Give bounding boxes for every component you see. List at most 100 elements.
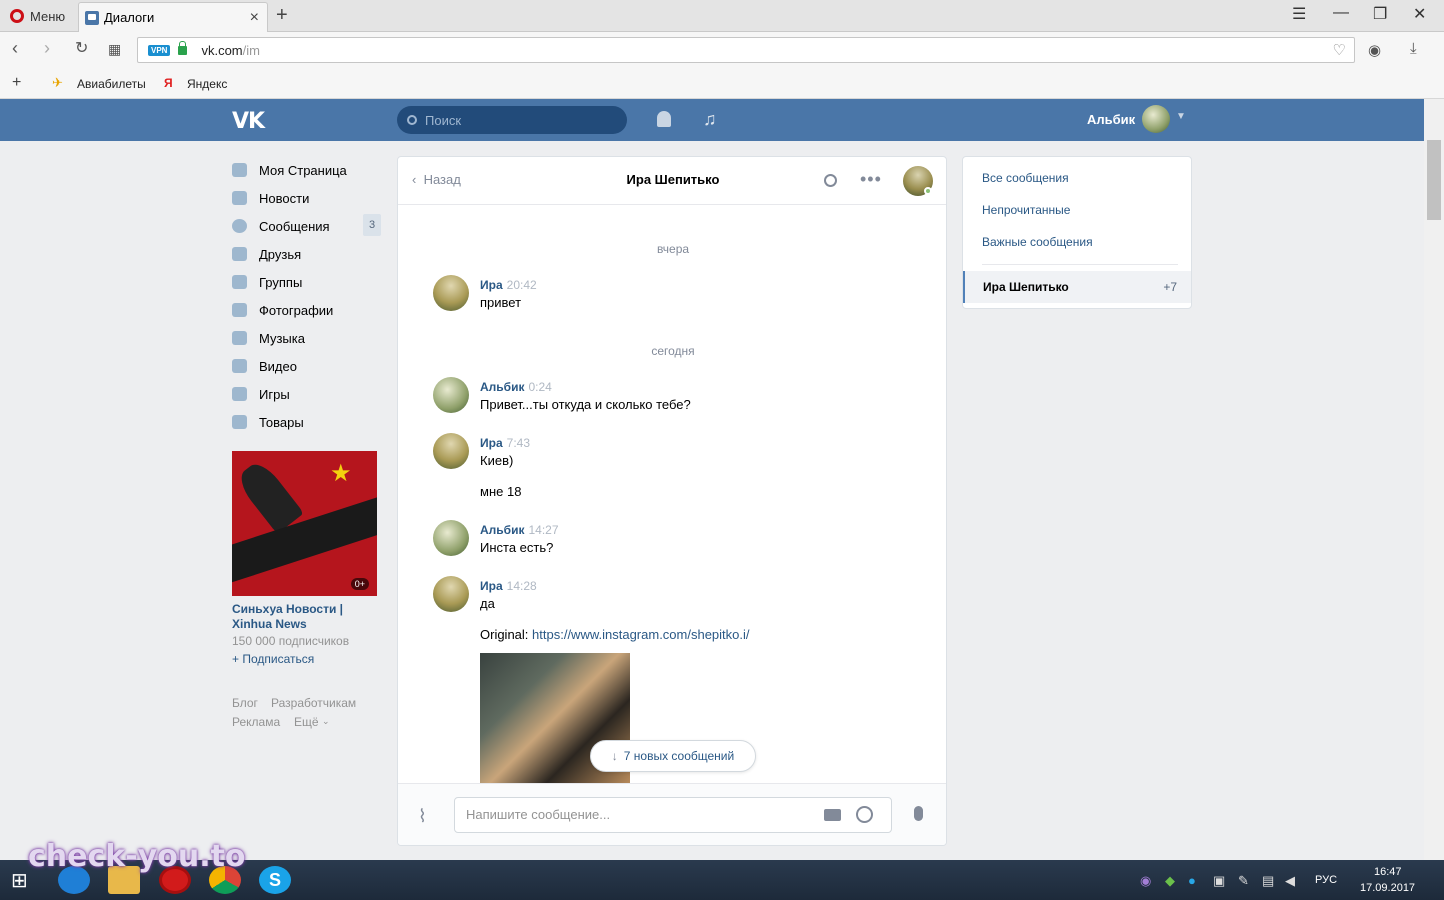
chat-header: ‹ Назад Ира Шепитько ••• (398, 157, 946, 205)
heart-icon[interactable]: ♡ (1333, 41, 1346, 59)
arrow-down-icon: ↓ (611, 749, 618, 763)
sidebar-item-my-page[interactable]: Моя Страница (232, 156, 382, 184)
subscribe-link[interactable]: + Подписаться (232, 652, 314, 666)
sidebar-item-music[interactable]: Музыка (232, 324, 382, 352)
footer-more[interactable]: Ещё (294, 715, 319, 729)
tray-icon[interactable]: ▣ (1213, 873, 1225, 889)
lock-icon[interactable] (178, 40, 188, 55)
tray-icon[interactable]: ✎ (1238, 873, 1249, 889)
avatar[interactable] (433, 377, 469, 413)
vpn-badge[interactable]: VPN (148, 44, 171, 56)
avatar[interactable] (433, 275, 469, 311)
video-icon (232, 359, 247, 373)
minimize-icon[interactable]: — (1333, 4, 1349, 22)
message-author[interactable]: Ира 14:28 (480, 579, 537, 593)
url-input[interactable]: VPN vk.com/im ♡ (137, 37, 1355, 63)
chevron-down-icon[interactable]: ▼ (1176, 111, 1186, 122)
ad-image[interactable]: ★ 0+ (232, 451, 377, 596)
vk-header: VK Поиск ♫ Альбик ▼ (0, 99, 1424, 141)
sidebar-item-groups[interactable]: Группы (232, 268, 382, 296)
windows-start-icon[interactable]: ⊞ (11, 868, 28, 893)
new-messages-button[interactable]: ↓ 7 новых сообщений (590, 740, 756, 772)
sidebar-item-photos[interactable]: Фотографии (232, 296, 382, 324)
download-icon[interactable]: ⤓ (1410, 40, 1417, 57)
skype-icon[interactable]: S (259, 866, 291, 894)
sidebar-item-messages[interactable]: Сообщения (232, 212, 382, 240)
reload-icon[interactable]: ↻ (75, 38, 88, 58)
sidebar-item-goods[interactable]: Товары (232, 408, 382, 436)
close-window-icon[interactable]: ✕ (1413, 4, 1426, 24)
close-tab-icon[interactable]: × (250, 9, 259, 27)
music-note-icon[interactable]: ♫ (703, 109, 717, 130)
filter-important[interactable]: Важные сообщения (982, 235, 1093, 249)
tab-dialogs[interactable]: Диалоги × (78, 2, 268, 32)
search-icon[interactable] (824, 174, 837, 187)
message-text: да (480, 596, 495, 611)
restore-icon[interactable]: ❐ (1373, 4, 1387, 24)
tray-icon[interactable]: ● (1188, 873, 1196, 888)
message-text: Инста есть? (480, 540, 554, 555)
tray-icon[interactable]: ◆ (1165, 873, 1175, 889)
message-author[interactable]: Ира 20:42 (480, 278, 537, 292)
instagram-link[interactable]: https://www.instagram.com/shepitko.i/ (532, 627, 749, 642)
user-name[interactable]: Альбик (1087, 112, 1135, 127)
language-indicator[interactable]: РУС (1315, 874, 1337, 886)
add-bookmark-icon[interactable]: + (12, 74, 21, 92)
divider (982, 264, 1178, 265)
active-dialog-item[interactable]: Ира Шепитько +7 (963, 271, 1191, 303)
extension-icon[interactable]: ◉ (1368, 41, 1381, 59)
more-icon[interactable]: ••• (860, 169, 882, 190)
volume-icon[interactable]: ◀ (1285, 873, 1295, 889)
search-input[interactable]: Поиск (397, 106, 627, 134)
sidebar-item-games[interactable]: Игры (232, 380, 382, 408)
emoji-icon[interactable] (856, 806, 873, 823)
star-icon: ★ (330, 460, 352, 487)
search-icon (407, 115, 417, 125)
opera-menu-button[interactable]: Меню (0, 0, 76, 32)
message-author[interactable]: Альбик 0:24 (480, 380, 552, 394)
opera-logo-icon (10, 9, 24, 23)
messages-icon (232, 219, 247, 233)
viber-tray-icon[interactable]: ◉ (1140, 873, 1151, 889)
message-text: Привет...ты откуда и сколько тебе? (480, 397, 691, 412)
footer-ads[interactable]: Реклама (232, 715, 280, 729)
avatar[interactable] (433, 433, 469, 469)
message-author[interactable]: Альбик 14:27 (480, 523, 559, 537)
avatar[interactable] (1142, 105, 1170, 133)
sidebar-item-video[interactable]: Видео (232, 352, 382, 380)
ad-title[interactable]: Синьхуа Новости | Xinhua News (232, 602, 382, 632)
day-separator: сегодня (651, 344, 695, 358)
message-text: Киев) (480, 453, 514, 468)
avatar[interactable] (433, 520, 469, 556)
home-icon (232, 163, 247, 177)
footer-devs[interactable]: Разработчикам (271, 696, 356, 710)
footer-blog[interactable]: Блог (232, 696, 258, 710)
back-icon[interactable]: ‹ (12, 38, 18, 59)
vk-logo[interactable]: VK (232, 109, 265, 134)
message-author[interactable]: Ира 7:43 (480, 436, 530, 450)
filter-all-messages[interactable]: Все сообщения (982, 171, 1069, 185)
tab-menu-icon[interactable]: ☰ (1292, 4, 1306, 24)
clock-date[interactable]: 17.09.2017 (1360, 882, 1415, 894)
sidebar-item-friends[interactable]: Друзья (232, 240, 382, 268)
bookmark-avia[interactable]: Авиабилеты (77, 77, 146, 91)
avatar[interactable] (433, 576, 469, 612)
vk-favicon-icon (85, 10, 99, 25)
speed-dial-icon[interactable]: ▦ (108, 41, 121, 58)
bookmark-yandex[interactable]: Яндекс (187, 77, 227, 91)
network-icon[interactable]: ▤ (1262, 873, 1274, 889)
camera-icon[interactable] (824, 809, 841, 821)
age-badge: 0+ (350, 578, 369, 590)
sidebar-item-news[interactable]: Новости (232, 184, 382, 212)
chat-panel: ‹ Назад Ира Шепитько ••• вчера Ира 20:42 … (397, 156, 947, 846)
forward-icon[interactable]: › (44, 38, 50, 59)
microphone-icon[interactable] (914, 806, 923, 821)
bell-icon[interactable] (657, 111, 671, 127)
clock-time[interactable]: 16:47 (1374, 866, 1402, 878)
bag-icon (232, 415, 247, 429)
chevron-down-icon: ⌄ (322, 716, 330, 726)
paperclip-icon[interactable]: ⌇ (418, 806, 427, 827)
scrollbar-thumb[interactable] (1427, 140, 1441, 220)
filter-unread[interactable]: Непрочитанные (982, 203, 1070, 217)
new-tab-icon[interactable]: + (276, 4, 288, 27)
